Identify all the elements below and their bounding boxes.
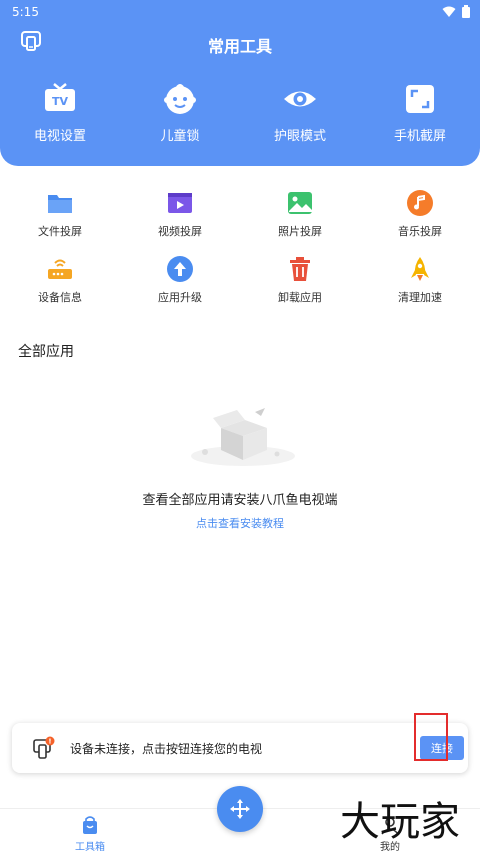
device-connect-icon: ! <box>33 736 55 759</box>
tool-eye-mode[interactable]: 护眼模式 <box>240 82 360 144</box>
tool-label: 设备信息 <box>38 291 82 304</box>
tools-row: 设备信息 应用升级 卸载应用 清理加速 <box>0 255 480 321</box>
nav-toolbox[interactable]: 工具箱 <box>60 815 120 853</box>
folder-icon <box>48 195 72 213</box>
status-bar: 5:15 <box>0 0 480 24</box>
all-apps-title: 全部应用 <box>18 344 74 360</box>
tool-uninstall-app[interactable]: 卸载应用 <box>240 255 360 321</box>
child-face-icon <box>164 84 196 114</box>
tool-file-cast[interactable]: 文件投屏 <box>0 189 120 255</box>
tool-label: 手机截屏 <box>393 129 446 144</box>
trash-icon <box>290 257 310 281</box>
nav-label: 工具箱 <box>75 842 105 853</box>
tool-child-lock[interactable]: 儿童锁 <box>120 82 240 144</box>
router-icon <box>48 259 72 279</box>
top-tools: TV 电视设置 儿童锁 护眼模式 手机截屏 <box>0 82 480 144</box>
tool-label: 儿童锁 <box>160 129 200 144</box>
tool-clean-boost[interactable]: 清理加速 <box>360 255 480 321</box>
connection-banner: ! 设备未连接，点击按钮连接您的电视 连接 <box>12 723 468 773</box>
tv-icon: TV <box>45 83 75 111</box>
page-title: 常用工具 <box>207 37 272 56</box>
install-tutorial-link[interactable]: 点击查看安装教程 <box>0 515 480 531</box>
tool-label: 视频投屏 <box>158 225 202 238</box>
tool-photo-cast[interactable]: 照片投屏 <box>240 189 360 255</box>
watermark-logo: 大玩家 <box>340 799 460 845</box>
tool-phone-screenshot[interactable]: 手机截屏 <box>360 82 480 144</box>
move-arrows-icon <box>230 799 250 819</box>
alert-badge: ! <box>48 738 51 746</box>
screenshot-icon <box>406 85 434 113</box>
empty-box-illustration <box>191 408 295 466</box>
wifi-icon <box>442 6 456 17</box>
svg-text:TV: TV <box>52 95 69 108</box>
upgrade-icon <box>167 256 193 282</box>
tool-label: 电视设置 <box>33 129 86 144</box>
svg-text:大玩家: 大玩家 <box>340 799 460 845</box>
eye-icon <box>284 91 316 107</box>
video-icon <box>168 193 192 213</box>
tool-label: 音乐投屏 <box>398 225 442 238</box>
tool-tv-settings[interactable]: TV 电视设置 <box>0 82 120 144</box>
header: 5:15 常用工具 TV 电视设置 儿童锁 护眼模式 手机截屏 <box>0 0 480 166</box>
move-fab-button[interactable] <box>217 786 263 832</box>
tool-app-upgrade[interactable]: 应用升级 <box>120 255 240 321</box>
tool-label: 护眼模式 <box>273 129 326 144</box>
tools-grid: 文件投屏 视频投屏 照片投屏 音乐投屏 设备信息 应用升级 卸载应用 清理加速 <box>0 189 480 321</box>
toolbox-bag-icon <box>83 816 97 834</box>
highlight-annotation-box <box>414 713 448 761</box>
tool-label: 应用升级 <box>158 291 202 304</box>
tool-label: 文件投屏 <box>38 225 82 238</box>
photo-icon <box>288 192 312 214</box>
empty-state-text: 查看全部应用请安装八爪鱼电视端 <box>142 493 338 508</box>
tool-label: 清理加速 <box>398 291 442 304</box>
tool-label: 卸载应用 <box>278 291 322 304</box>
status-time: 5:15 <box>12 5 39 19</box>
system-icons <box>442 5 470 18</box>
tool-device-info[interactable]: 设备信息 <box>0 255 120 321</box>
battery-icon <box>462 5 470 18</box>
tool-video-cast[interactable]: 视频投屏 <box>120 189 240 255</box>
tools-row: 文件投屏 视频投屏 照片投屏 音乐投屏 <box>0 189 480 255</box>
connection-status-text: 设备未连接，点击按钮连接您的电视 <box>70 742 263 756</box>
tool-music-cast[interactable]: 音乐投屏 <box>360 189 480 255</box>
rocket-icon <box>411 257 429 281</box>
music-icon <box>407 190 433 216</box>
tool-label: 照片投屏 <box>278 225 322 238</box>
